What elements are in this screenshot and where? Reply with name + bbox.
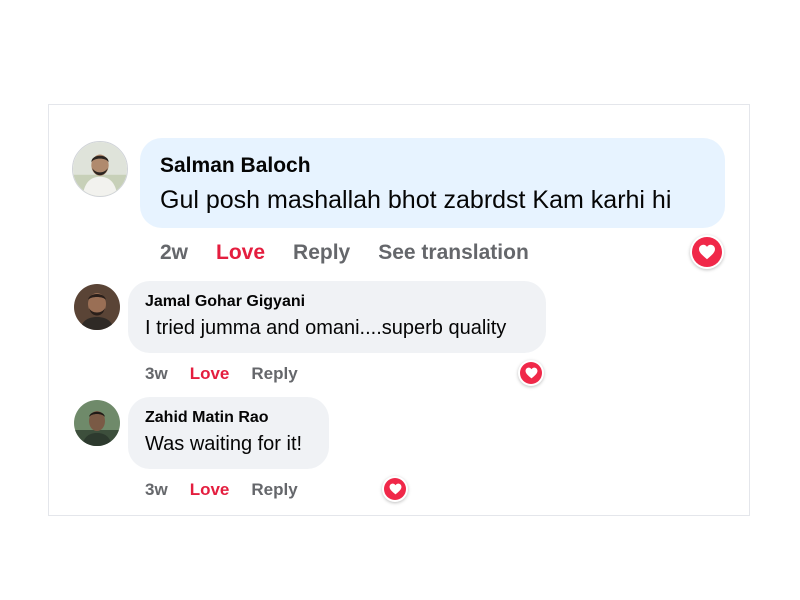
heart-icon [389, 483, 401, 495]
comment-timestamp[interactable]: 3w [145, 364, 168, 384]
comment-bubble: Zahid Matin Rao Was waiting for it! [128, 397, 329, 469]
love-button[interactable]: Love [216, 241, 265, 265]
avatar[interactable] [72, 141, 128, 197]
comment-actions: 3w Love Reply [145, 362, 298, 386]
avatar[interactable] [74, 284, 120, 330]
comment-bubble: Jamal Gohar Gigyani I tried jumma and om… [128, 281, 546, 353]
love-button[interactable]: Love [190, 364, 230, 384]
avatar-photo [73, 142, 127, 196]
comment-author[interactable]: Jamal Gohar Gigyani [145, 291, 529, 313]
comment-text: Gul posh mashallah bhot zabrdst Kam karh… [160, 186, 672, 214]
reply-button[interactable]: Reply [251, 364, 297, 384]
comment-text: I tried jumma and omani....superb qualit… [145, 317, 507, 339]
comment-author[interactable]: Salman Baloch [160, 152, 705, 180]
comment-author[interactable]: Zahid Matin Rao [145, 407, 312, 429]
reaction-badge[interactable] [518, 360, 544, 386]
see-translation-button[interactable]: See translation [378, 241, 529, 265]
avatar[interactable] [74, 400, 120, 446]
avatar-photo [74, 284, 120, 330]
comment-actions: 3w Love Reply [145, 478, 298, 502]
heart-icon [699, 244, 715, 260]
reaction-badge[interactable] [382, 476, 408, 502]
reaction-badge[interactable] [690, 235, 724, 269]
heart-icon [525, 367, 537, 379]
comment-timestamp[interactable]: 2w [160, 241, 188, 265]
reply-button[interactable]: Reply [293, 241, 350, 265]
avatar-photo [74, 400, 120, 446]
comment-timestamp[interactable]: 3w [145, 480, 168, 500]
comment-bubble: Salman Baloch Gul posh mashallah bhot za… [140, 138, 725, 228]
comment-text: Was waiting for it! [145, 433, 303, 455]
reply-button[interactable]: Reply [251, 480, 297, 500]
love-button[interactable]: Love [190, 480, 230, 500]
comment-actions: 2w Love Reply See translation [160, 238, 529, 268]
